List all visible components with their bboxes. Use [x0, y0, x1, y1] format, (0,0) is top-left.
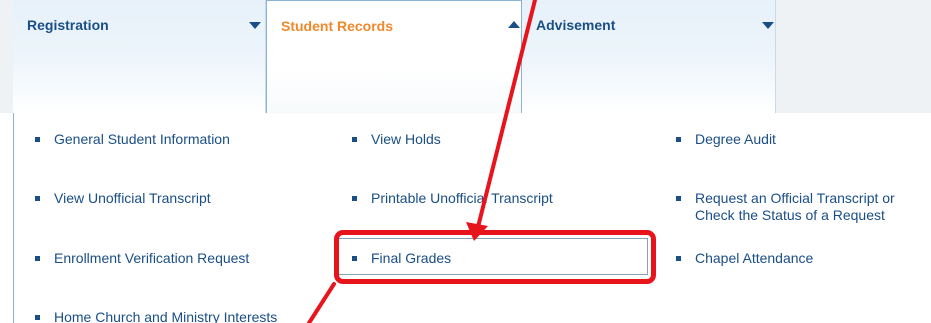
- menu-item-label: View Unofficial Transcript: [54, 190, 211, 206]
- bullet-icon: [35, 315, 40, 320]
- chevron-down-icon[interactable]: [762, 22, 774, 29]
- chevron-up-icon[interactable]: [508, 21, 520, 28]
- tab-student-records[interactable]: Student Records: [266, 0, 522, 113]
- bullet-icon: [35, 256, 40, 261]
- menu-item-label: Chapel Attendance: [695, 250, 814, 266]
- menu-item-label: Degree Audit: [695, 131, 776, 147]
- red-annotation-line: [307, 282, 336, 323]
- menu-item-label-line2: Check the Status of a Request: [695, 207, 885, 223]
- chevron-down-icon[interactable]: [249, 22, 261, 29]
- bullet-icon: [676, 256, 681, 261]
- tab-registration-label: Registration: [27, 17, 109, 33]
- menu-item-label: Request an Official Transcript or: [695, 190, 895, 206]
- bullet-icon: [35, 137, 40, 142]
- menu-item-label: Home Church and Ministry Interests: [54, 309, 278, 323]
- bullet-icon: [676, 137, 681, 142]
- bullet-icon: [352, 137, 357, 142]
- student-records-page: Registration Student Records Advisement …: [0, 0, 931, 323]
- tab-advisement-label: Advisement: [536, 17, 616, 33]
- tab-student-records-label: Student Records: [281, 18, 394, 34]
- bullet-icon: [676, 196, 681, 201]
- tab-registration[interactable]: Registration: [13, 0, 266, 113]
- final-grades-highlight-box: [334, 230, 656, 284]
- menu-item-label: Printable Unofficial Transcript: [371, 190, 553, 206]
- bullet-icon: [35, 196, 40, 201]
- menu-item-label: View Holds: [371, 131, 441, 147]
- menu-item-label: Enrollment Verification Request: [54, 250, 250, 266]
- bullet-icon: [352, 196, 357, 201]
- menu-item-label: General Student Information: [54, 131, 230, 147]
- tab-advisement[interactable]: Advisement: [522, 0, 776, 113]
- menu-panel-border: [13, 113, 14, 323]
